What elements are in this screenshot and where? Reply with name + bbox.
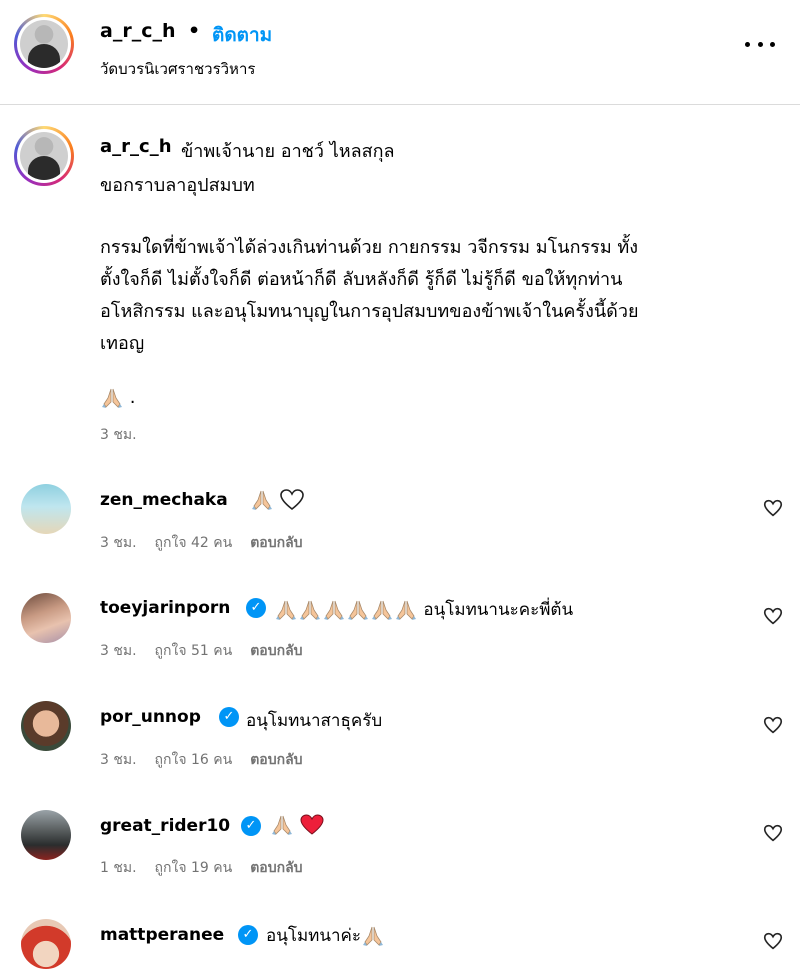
verified-badge-icon: ✓ bbox=[219, 707, 239, 727]
caption-line-1: ข้าพเจ้านาย อาชว์ ไหลสกุล bbox=[181, 141, 395, 162]
commenter-avatar[interactable] bbox=[21, 919, 71, 969]
separator-dot: • bbox=[188, 20, 201, 42]
comment-likes[interactable]: ถูกใจ 42 คน bbox=[155, 535, 233, 551]
follow-button[interactable]: ติดตาม bbox=[212, 20, 272, 50]
comment-message: อนุโมทนาค่ะ bbox=[266, 926, 362, 946]
praying-hands-icon bbox=[300, 600, 320, 620]
comment-text bbox=[250, 488, 305, 512]
like-comment-icon[interactable] bbox=[762, 605, 784, 627]
comment-message: อนุโมทนานะคะพี่ต้น bbox=[423, 600, 574, 620]
verified-badge-icon: ✓ bbox=[241, 816, 261, 836]
comment-text bbox=[270, 813, 325, 837]
comment-username[interactable]: por_unnop bbox=[100, 707, 201, 727]
praying-hands-icon bbox=[324, 600, 344, 620]
commenter-avatar[interactable] bbox=[21, 810, 71, 860]
praying-hands-icon bbox=[363, 926, 384, 946]
comment-username[interactable]: toeyjarinporn bbox=[100, 598, 230, 618]
reply-button[interactable]: ตอบกลับ bbox=[250, 535, 302, 551]
comment-time[interactable]: 3 ชม. bbox=[100, 643, 137, 659]
reply-button[interactable]: ตอบกลับ bbox=[250, 752, 302, 768]
comment-username[interactable]: mattperanee bbox=[100, 925, 224, 945]
author-username[interactable]: a_r_c_h bbox=[100, 20, 175, 42]
praying-hands-icon bbox=[396, 600, 416, 620]
comment-likes[interactable]: ถูกใจ 51 คน bbox=[155, 643, 233, 659]
location-link[interactable]: วัดบวรนิเวศราชวรวิหาร bbox=[100, 57, 255, 81]
comment-text: อนุโมทนาค่ะ bbox=[266, 922, 385, 949]
comment-username[interactable]: zen_mechaka bbox=[100, 490, 228, 510]
comment-time[interactable]: 1 ชม. bbox=[100, 860, 137, 876]
post-header: a_r_c_h • ติดตาม วัดบวรนิเวศราชวรวิหาร bbox=[0, 0, 800, 105]
caption-line-3: กรรมใดที่ข้าพเจ้าได้ล่วงเกินท่านด้วย กาย… bbox=[100, 237, 639, 258]
praying-hands-icon bbox=[372, 600, 392, 620]
like-comment-icon[interactable] bbox=[762, 822, 784, 844]
comment-time[interactable]: 3 ชม. bbox=[100, 752, 137, 768]
caption-username[interactable]: a_r_c_h bbox=[100, 136, 172, 157]
like-comment-icon[interactable] bbox=[762, 497, 784, 519]
red-heart-icon bbox=[300, 814, 324, 835]
caption-dot: . bbox=[129, 387, 136, 408]
like-comment-icon[interactable] bbox=[762, 930, 784, 952]
comment-text: อนุโมทนาสาธุครับ bbox=[246, 711, 383, 731]
comment-meta: 3 ชม. ถูกใจ 42 คน ตอบกลับ bbox=[100, 532, 321, 554]
author-avatar[interactable] bbox=[14, 14, 74, 74]
comment-text: อนุโมทนานะคะพี่ต้น bbox=[274, 596, 573, 623]
caption-line-2: ขอกราบลาอุปสมบท bbox=[100, 175, 255, 196]
commenter-avatar[interactable] bbox=[21, 701, 71, 751]
comment-meta: 3 ชม. ถูกใจ 16 คน ตอบกลับ bbox=[100, 749, 321, 771]
caption-avatar[interactable] bbox=[14, 126, 74, 186]
verified-badge-icon: ✓ bbox=[238, 925, 258, 945]
praying-hands-icon bbox=[272, 815, 292, 835]
commenter-avatar[interactable] bbox=[21, 484, 71, 534]
caption-line-6: เทอญ bbox=[100, 333, 145, 354]
comment-time[interactable]: 3 ชม. bbox=[100, 535, 137, 551]
like-comment-icon[interactable] bbox=[762, 714, 784, 736]
praying-hands-icon bbox=[102, 388, 122, 408]
comment-meta: 1 ชม. ถูกใจ 19 คน ตอบกลับ bbox=[100, 857, 321, 879]
caption-time[interactable]: 3 ชม. bbox=[100, 424, 137, 446]
reply-button[interactable]: ตอบกลับ bbox=[250, 860, 302, 876]
caption-line-4: ตั้งใจก็ดี ไม่ตั้งใจก็ดี ต่อหน้าก็ดี ลับ… bbox=[100, 269, 623, 290]
comment-likes[interactable]: ถูกใจ 19 คน bbox=[155, 860, 233, 876]
comment-username[interactable]: great_rider10 bbox=[100, 816, 230, 836]
caption-emoji-line: . bbox=[100, 386, 135, 410]
praying-hands-icon bbox=[348, 600, 368, 620]
reply-button[interactable]: ตอบกลับ bbox=[250, 643, 302, 659]
verified-badge-icon: ✓ bbox=[246, 598, 266, 618]
comment-meta: 3 ชม. ถูกใจ 51 คน ตอบกลับ bbox=[100, 640, 321, 662]
more-options-icon[interactable] bbox=[745, 34, 775, 54]
comment-likes[interactable]: ถูกใจ 16 คน bbox=[155, 752, 233, 768]
caption-line-5: อโหสิกรรม และอนุโมทนาบุญในการอุปสมบทของข… bbox=[100, 301, 639, 322]
praying-hands-icon bbox=[276, 600, 296, 620]
praying-hands-icon bbox=[252, 490, 272, 510]
commenter-avatar[interactable] bbox=[21, 593, 71, 643]
white-heart-icon bbox=[280, 489, 305, 511]
